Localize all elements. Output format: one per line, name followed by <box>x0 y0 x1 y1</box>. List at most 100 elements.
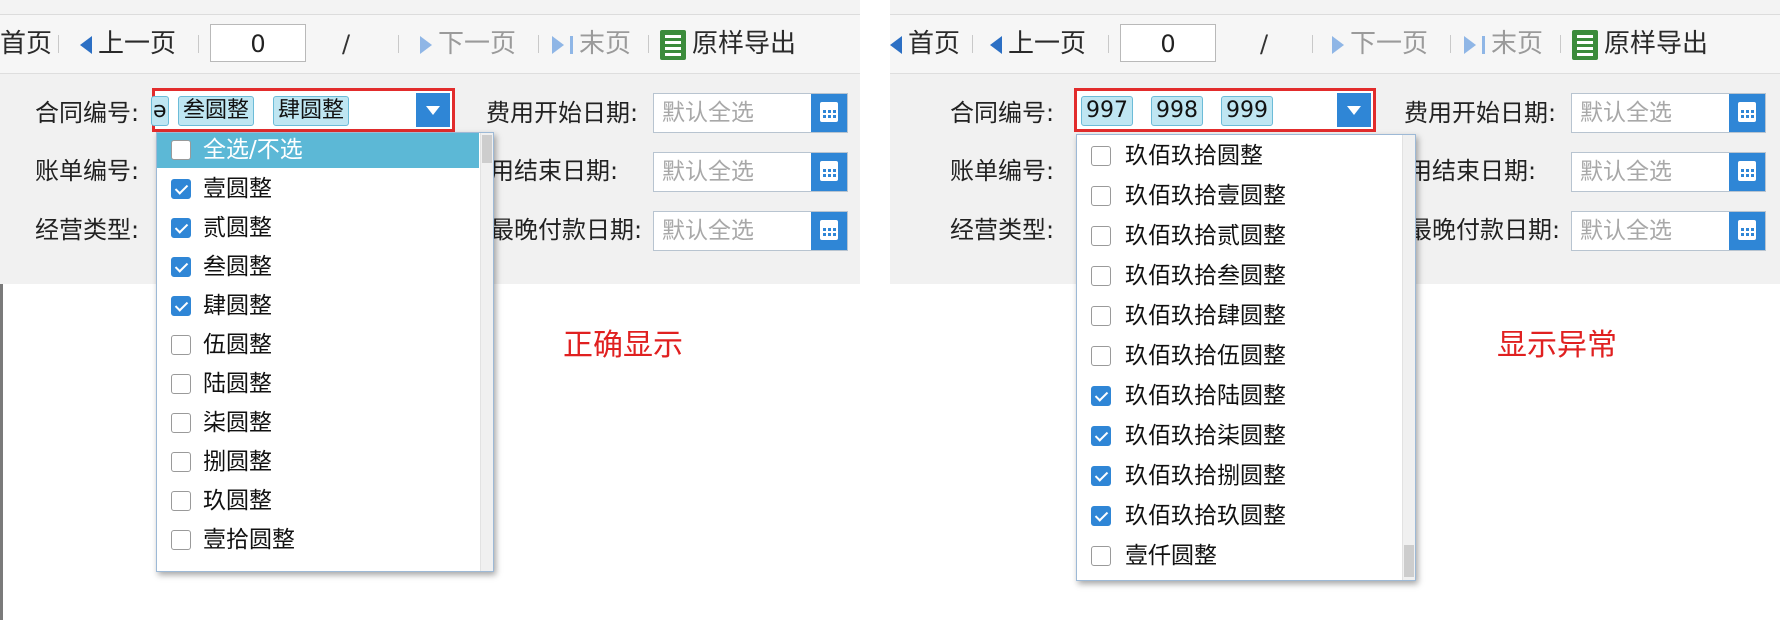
list-scrollbar[interactable] <box>480 133 493 571</box>
toolbar-separator <box>398 35 399 53</box>
start-date-input[interactable]: 默认全选 <box>653 93 848 133</box>
end-date-label: 用结束日期: <box>490 157 619 185</box>
right-panel: 首页 上一页 0 / 下一页 末页 原样导出 合同编号: 账单编号: 经营类型:… <box>890 0 1780 620</box>
checkbox[interactable] <box>1091 226 1111 246</box>
caption-correct: 正确显示 <box>563 328 683 363</box>
checkbox[interactable] <box>1091 426 1111 446</box>
first-page-button[interactable]: 首页 <box>0 27 52 61</box>
checkbox[interactable] <box>1091 346 1111 366</box>
calendar-icon[interactable] <box>811 212 847 250</box>
start-date-label: 费用开始日期: <box>1404 99 1557 127</box>
scrollbar-thumb[interactable] <box>1404 545 1414 577</box>
checkbox[interactable] <box>171 374 191 394</box>
calendar-icon[interactable] <box>811 94 847 132</box>
contract-tag: 997 <box>1081 96 1133 126</box>
option-label: 柒圆整 <box>203 410 272 436</box>
checkbox[interactable] <box>171 218 191 238</box>
arrow-left-icon <box>890 35 902 54</box>
contract-tag: 叁圆整 <box>178 96 255 126</box>
arrow-right-icon <box>1332 35 1344 54</box>
contract-combo[interactable]: ə 叁圆整 肆圆整 <box>151 88 455 132</box>
checkbox[interactable] <box>171 530 191 550</box>
contract-tag: 998 <box>1151 96 1203 126</box>
latest-pay-label: 最晚付款日期: <box>490 216 643 244</box>
end-date-input[interactable]: 默认全选 <box>653 152 848 192</box>
calendar-icon[interactable] <box>1729 153 1765 191</box>
checkbox[interactable] <box>1091 466 1111 486</box>
date-placeholder: 默认全选 <box>1580 218 1672 244</box>
list-item[interactable]: 全选/不选 <box>157 133 479 168</box>
option-label: 叁圆整 <box>203 254 272 280</box>
option-label: 肆圆整 <box>203 293 272 319</box>
toolbar-separator <box>648 35 649 53</box>
checkbox[interactable] <box>171 140 191 160</box>
option-label: 玖佰玖拾叁圆整 <box>1125 263 1286 289</box>
checkbox[interactable] <box>1091 386 1111 406</box>
option-label: 伍圆整 <box>203 332 272 358</box>
prev-page-button[interactable]: 上一页 <box>80 27 176 61</box>
prev-page-button[interactable]: 上一页 <box>990 27 1086 61</box>
checkbox[interactable] <box>171 491 191 511</box>
dropdown-toggle-button[interactable] <box>1337 93 1371 127</box>
checkbox[interactable] <box>1091 266 1111 286</box>
next-page-button[interactable]: 下一页 <box>420 27 516 61</box>
end-date-label: 用结束日期: <box>1408 157 1537 185</box>
page-number-input[interactable]: 0 <box>210 24 306 62</box>
option-label: 玖佰玖拾肆圆整 <box>1125 303 1286 329</box>
excel-icon <box>1572 29 1598 60</box>
arrow-left-icon <box>80 35 92 54</box>
page-number-input[interactable]: 0 <box>1120 24 1216 62</box>
contract-combo[interactable]: 997 998 999 <box>1074 88 1376 132</box>
start-date-input[interactable]: 默认全选 <box>1571 93 1766 133</box>
last-page-button[interactable]: 末页 <box>552 27 631 61</box>
calendar-icon[interactable] <box>811 153 847 191</box>
option-label: 玖佰玖拾捌圆整 <box>1125 463 1286 489</box>
list-scrollbar[interactable] <box>1402 135 1415 580</box>
checkbox[interactable] <box>171 413 191 433</box>
arrow-left-icon <box>990 35 1002 54</box>
option-label: 陆圆整 <box>203 371 272 397</box>
checkbox[interactable] <box>1091 146 1111 166</box>
bar-icon <box>1482 35 1485 54</box>
checkbox[interactable] <box>171 257 191 277</box>
calendar-icon[interactable] <box>1729 212 1765 250</box>
checkbox[interactable] <box>1091 506 1111 526</box>
export-button[interactable]: 原样导出 <box>660 27 796 61</box>
page-separator: / <box>1260 30 1269 58</box>
latest-pay-input[interactable]: 默认全选 <box>653 211 848 251</box>
latest-pay-label: 最晚付款日期: <box>1408 216 1561 244</box>
first-page-button[interactable]: 首页 <box>890 27 960 61</box>
page-separator: / <box>342 30 351 58</box>
contract-label: 合同编号: <box>950 99 1055 127</box>
checkbox[interactable] <box>171 296 191 316</box>
pager-toolbar: 首页 上一页 0 / 下一页 末页 原样导出 <box>0 15 860 74</box>
contract-dropdown-list: 玖佰玖拾圆整 玖佰玖拾壹圆整 玖佰玖拾贰圆整 玖佰玖拾叁圆整 玖佰玖拾肆圆整 玖… <box>1076 134 1416 581</box>
calendar-icon[interactable] <box>1729 94 1765 132</box>
option-label: 壹拾圆整 <box>203 527 295 553</box>
checkbox[interactable] <box>1091 186 1111 206</box>
caption-abnormal: 显示异常 <box>1497 328 1617 363</box>
toolbar-separator <box>538 35 539 53</box>
checkbox[interactable] <box>171 452 191 472</box>
end-date-input[interactable]: 默认全选 <box>1571 152 1766 192</box>
checkbox[interactable] <box>1091 546 1111 566</box>
business-label: 经营类型: <box>35 216 140 244</box>
checkbox[interactable] <box>1091 306 1111 326</box>
option-label: 玖佰玖拾壹圆整 <box>1125 183 1286 209</box>
contract-dropdown-list: 全选/不选 壹圆整 贰圆整 叁圆整 肆圆整 伍圆整 陆圆整 柒圆整 捌圆整 玖圆… <box>156 132 494 572</box>
last-page-button[interactable]: 末页 <box>1464 27 1543 61</box>
scrollbar-thumb[interactable] <box>482 135 492 163</box>
top-strip <box>0 0 860 15</box>
latest-pay-input[interactable]: 默认全选 <box>1571 211 1766 251</box>
date-placeholder: 默认全选 <box>662 218 754 244</box>
contract-tag: ə <box>151 96 169 126</box>
option-label: 玖佰玖拾圆整 <box>1125 143 1263 169</box>
option-label: 捌圆整 <box>203 449 272 475</box>
pager-toolbar: 首页 上一页 0 / 下一页 末页 原样导出 <box>890 15 1780 74</box>
export-button[interactable]: 原样导出 <box>1572 27 1708 61</box>
checkbox[interactable] <box>171 335 191 355</box>
next-page-button[interactable]: 下一页 <box>1332 27 1428 61</box>
arrow-right-icon <box>420 35 432 54</box>
checkbox[interactable] <box>171 179 191 199</box>
dropdown-toggle-button[interactable] <box>416 93 450 127</box>
